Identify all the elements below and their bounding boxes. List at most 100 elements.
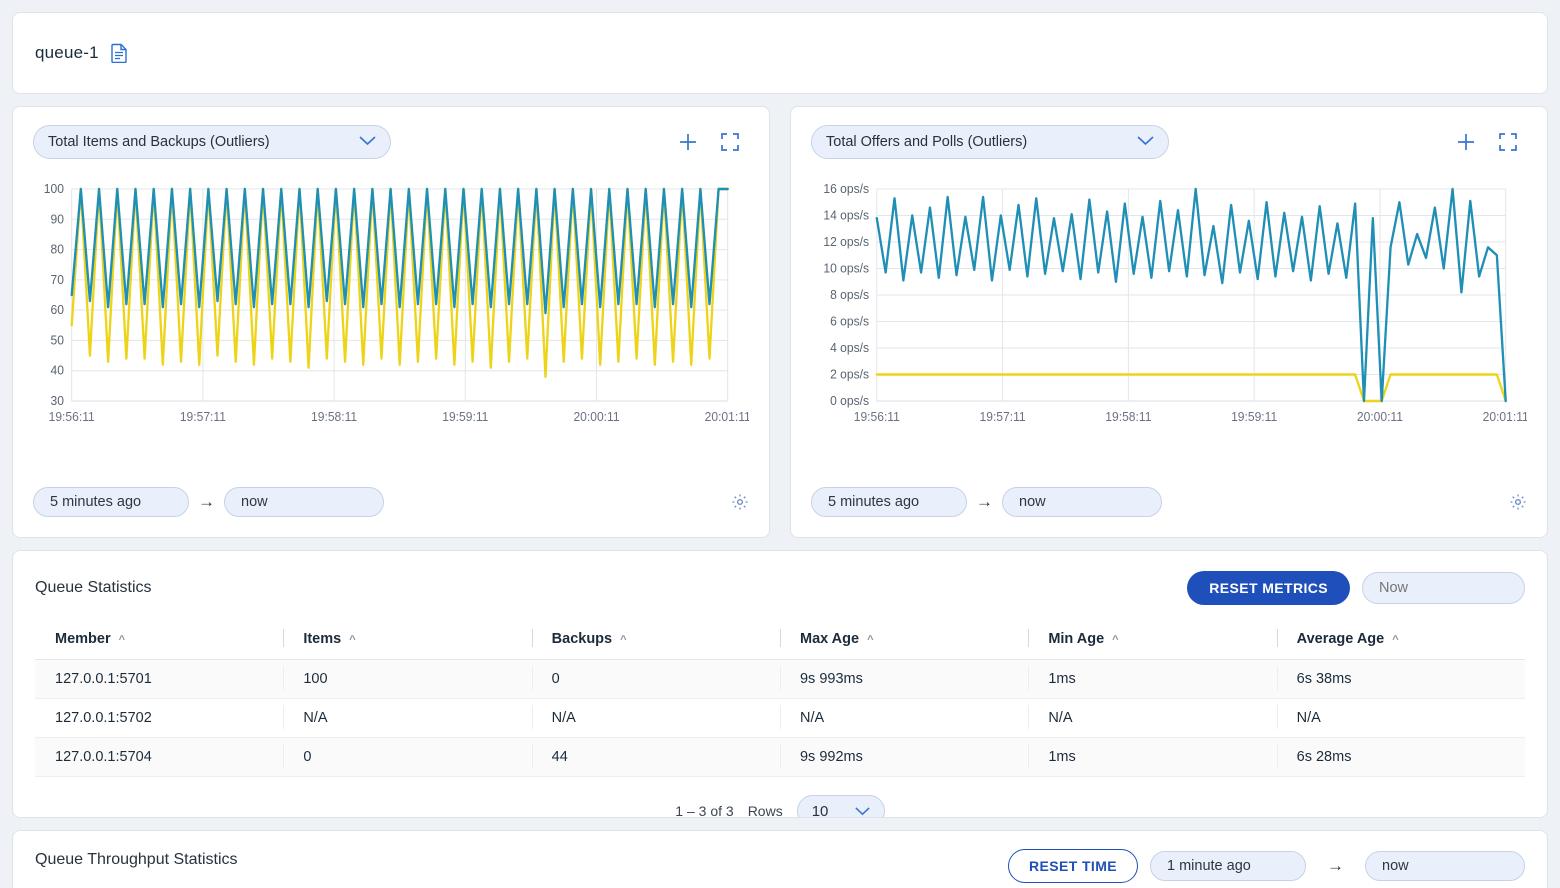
- table-cell: N/A: [1028, 699, 1276, 738]
- metric-select-label: Total Items and Backups (Outliers): [48, 134, 359, 150]
- table-cell: 0: [283, 738, 531, 777]
- gear-icon[interactable]: [731, 493, 749, 511]
- svg-text:19:57:11: 19:57:11: [980, 410, 1026, 424]
- svg-text:20:01:11: 20:01:11: [1483, 410, 1527, 424]
- column-header-average-age[interactable]: Average Age^: [1277, 621, 1525, 660]
- queue-statistics-card: Queue Statistics RESET METRICS Member ^ I…: [12, 550, 1548, 818]
- svg-text:19:59:11: 19:59:11: [442, 410, 488, 424]
- plus-icon[interactable]: [677, 131, 699, 153]
- fullscreen-icon[interactable]: [719, 131, 741, 153]
- chart-action-icons: [677, 131, 749, 153]
- chart-time-range-row: 5 minutes ago → now: [33, 487, 749, 517]
- column-header-items[interactable]: Items ^: [283, 621, 531, 660]
- metric-select-offers-polls[interactable]: Total Offers and Polls (Outliers): [811, 125, 1169, 159]
- chevron-down-icon: [1137, 134, 1154, 150]
- table-cell: 127.0.0.1:5701: [35, 660, 283, 699]
- time-to-input[interactable]: now: [224, 487, 384, 517]
- line-chart-svg: 0 ops/s2 ops/s4 ops/s6 ops/s8 ops/s10 op…: [811, 181, 1527, 431]
- table-row[interactable]: 127.0.0.1:57040449s 992ms1ms6s 28ms: [35, 738, 1525, 777]
- svg-text:6 ops/s: 6 ops/s: [830, 314, 869, 328]
- now-input[interactable]: [1362, 572, 1525, 604]
- queue-throughput-actions: RESET TIME 1 minute ago → now: [1008, 849, 1525, 883]
- svg-text:20:01:11: 20:01:11: [705, 410, 749, 424]
- metric-select-label: Total Offers and Polls (Outliers): [826, 134, 1137, 150]
- pager-range-text: 1 – 3 of 3: [675, 803, 733, 818]
- line-chart-svg: 3040506070809010019:56:1119:57:1119:58:1…: [33, 181, 749, 431]
- sort-asc-icon: ^: [119, 634, 125, 646]
- column-header-label: Member: [55, 631, 111, 647]
- time-to-input[interactable]: now: [1002, 487, 1162, 517]
- column-header-label: Backups: [552, 631, 612, 647]
- column-header-backups[interactable]: Backups ^: [532, 621, 780, 660]
- table-cell: 9s 993ms: [780, 660, 1028, 699]
- rows-per-page-select[interactable]: 10: [797, 795, 885, 818]
- table-body: 127.0.0.1:570110009s 993ms1ms6s 38ms127.…: [35, 660, 1525, 777]
- column-header-label: Average Age: [1297, 631, 1385, 647]
- svg-text:2 ops/s: 2 ops/s: [830, 367, 869, 381]
- gear-icon[interactable]: [1509, 493, 1527, 511]
- svg-text:19:59:11: 19:59:11: [1231, 410, 1277, 424]
- chart-card-offers-polls: Total Offers and Polls (Outliers): [790, 106, 1548, 538]
- table-cell: N/A: [283, 699, 531, 738]
- rows-per-page-value: 10: [812, 803, 855, 819]
- table-row[interactable]: 127.0.0.1:5702N/AN/AN/AN/AN/A: [35, 699, 1525, 738]
- svg-text:80: 80: [51, 242, 65, 256]
- table-cell: 6s 28ms: [1277, 738, 1525, 777]
- table-cell: N/A: [1277, 699, 1525, 738]
- table-cell: N/A: [532, 699, 780, 738]
- svg-text:8 ops/s: 8 ops/s: [830, 288, 869, 302]
- plus-icon[interactable]: [1455, 131, 1477, 153]
- sort-asc-icon: ^: [867, 634, 873, 646]
- time-to-input[interactable]: now: [1365, 851, 1525, 881]
- table-cell: 6s 38ms: [1277, 660, 1525, 699]
- sort-asc-icon: ^: [620, 634, 626, 646]
- queue-statistics-actions: RESET METRICS: [1187, 571, 1525, 605]
- fullscreen-icon[interactable]: [1497, 131, 1519, 153]
- page-title: queue-1: [35, 43, 99, 63]
- queue-header-card: queue-1: [12, 12, 1548, 94]
- sort-asc-icon: ^: [349, 634, 355, 646]
- svg-text:20:00:11: 20:00:11: [573, 410, 619, 424]
- table-cell: 127.0.0.1:5704: [35, 738, 283, 777]
- reset-metrics-button[interactable]: RESET METRICS: [1187, 571, 1350, 605]
- column-header-label: Max Age: [800, 631, 859, 647]
- svg-text:50: 50: [51, 333, 65, 347]
- svg-text:19:58:11: 19:58:11: [1105, 410, 1151, 424]
- chart-action-icons: [1455, 131, 1527, 153]
- metric-select-items-backups[interactable]: Total Items and Backups (Outliers): [33, 125, 391, 159]
- table-row[interactable]: 127.0.0.1:570110009s 993ms1ms6s 38ms: [35, 660, 1525, 699]
- column-header-member[interactable]: Member ^: [35, 621, 283, 660]
- svg-text:40: 40: [51, 364, 65, 378]
- document-icon[interactable]: [111, 43, 128, 63]
- svg-text:0 ops/s: 0 ops/s: [830, 394, 869, 408]
- time-from-input[interactable]: 1 minute ago: [1150, 851, 1306, 881]
- table-cell: 0: [532, 660, 780, 699]
- table-cell: N/A: [780, 699, 1028, 738]
- chart-time-range-row: 5 minutes ago → now: [811, 487, 1527, 517]
- time-arrow-icon: →: [198, 492, 215, 512]
- queue-statistics-table: Member ^ Items ^ Backups ^ Max Age ^ Min Age…: [35, 621, 1525, 777]
- svg-text:14 ops/s: 14 ops/s: [823, 208, 869, 222]
- column-header-max-age[interactable]: Max Age ^: [780, 621, 1028, 660]
- table-cell: 1ms: [1028, 660, 1276, 699]
- time-arrow-icon: →: [976, 492, 993, 512]
- time-from-input[interactable]: 5 minutes ago: [811, 487, 967, 517]
- table-cell: 1ms: [1028, 738, 1276, 777]
- column-header-label: Min Age: [1048, 631, 1104, 647]
- chart-plot-items-backups: 3040506070809010019:56:1119:57:1119:58:1…: [33, 181, 749, 431]
- svg-text:19:56:11: 19:56:11: [854, 410, 900, 424]
- column-header-min-age[interactable]: Min Age^: [1028, 621, 1276, 660]
- reset-time-button[interactable]: RESET TIME: [1008, 849, 1138, 883]
- table-cell: 127.0.0.1:5702: [35, 699, 283, 738]
- time-arrow-icon: →: [1327, 856, 1344, 876]
- chevron-down-icon: [855, 803, 870, 819]
- table-cell: 100: [283, 660, 531, 699]
- svg-text:70: 70: [51, 273, 65, 287]
- time-from-input[interactable]: 5 minutes ago: [33, 487, 189, 517]
- table-pager: 1 – 3 of 3 Rows 10: [35, 795, 1525, 818]
- queue-statistics-header: Queue Statistics RESET METRICS: [35, 571, 1525, 605]
- column-header-label: Items: [303, 631, 341, 647]
- pager-rows-label: Rows: [748, 803, 783, 818]
- svg-text:10 ops/s: 10 ops/s: [823, 261, 869, 275]
- chart-card-items-backups: Total Items and Backups (Outliers): [12, 106, 770, 538]
